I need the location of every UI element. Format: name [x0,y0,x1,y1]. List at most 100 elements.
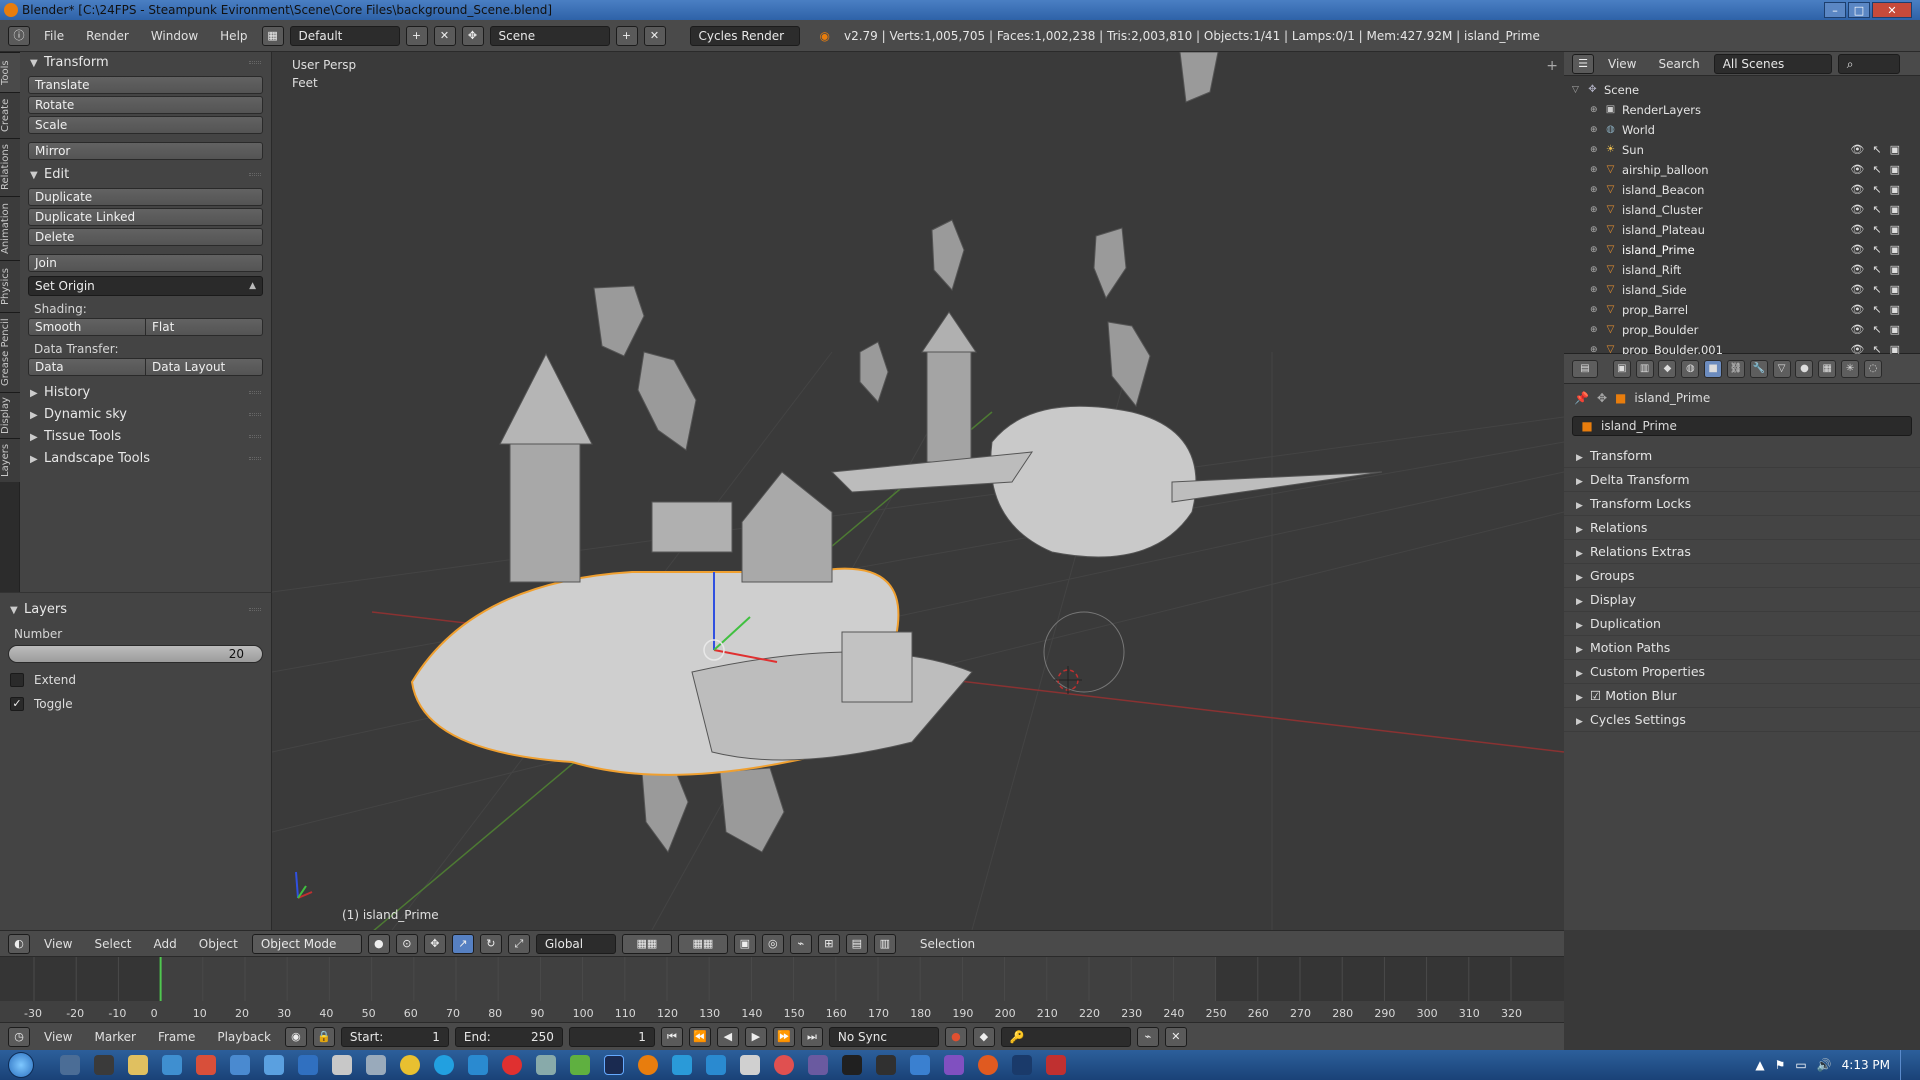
scene-selector[interactable]: Scene [489,25,610,46]
dynamic-sky-panel-header[interactable]: ▶ Dynamic sky [20,404,271,426]
expand-toggle-icon[interactable]: ⊕ [1590,160,1598,180]
timeline-editor[interactable]: -30 -20 -10 0 10 20 30 40 50 60 70 80 90 100 110 120 130… [0,956,1564,1022]
texture-tab-icon[interactable]: ▦ [1818,360,1837,378]
tray-network-icon[interactable]: ▭ [1795,1058,1806,1072]
expand-toggle-icon[interactable]: ⊕ [1590,300,1598,320]
opengl-render-icon[interactable]: ▤ [845,933,868,954]
tab-grease-pencil[interactable]: Grease Pencil [0,312,20,392]
visibility-toggles-icon[interactable]: 👁↖▣ [1850,220,1908,240]
taskbar-skype-icon[interactable] [434,1055,454,1075]
viewport-shading-icon[interactable]: ● [367,933,390,954]
scene-tab-icon[interactable]: ◆ [1658,360,1677,378]
outliner-item-name[interactable]: World [1622,120,1655,140]
flat-button[interactable]: Flat [146,318,263,336]
taskbar-explorer-icon[interactable] [128,1055,148,1075]
outliner-item[interactable]: ⊕ ▽ island_Beacon 👁↖▣ [1564,180,1920,200]
layer-number-field[interactable]: 20 [8,645,263,663]
tab-relations[interactable]: Relations [0,138,20,196]
scale-manipulator-icon[interactable]: ⤢ [507,933,530,954]
menu-help[interactable]: Help [212,29,255,43]
object-name-field[interactable]: ■ island_Prime [1572,416,1912,436]
visibility-toggles-icon[interactable]: 👁↖▣ [1850,180,1908,200]
property-panel-header[interactable]: ▶ Motion Paths [1564,636,1920,660]
material-tab-icon[interactable]: ● [1795,360,1814,378]
tab-create[interactable]: Create [0,92,20,138]
object-tab-icon[interactable]: ■ [1704,360,1723,378]
start-button[interactable] [8,1052,34,1078]
property-panel-header[interactable]: ▶ Transform [1564,444,1920,468]
outliner-item-name[interactable]: island_Plateau [1622,220,1705,240]
taskbar-app-icon[interactable] [94,1055,114,1075]
property-panel-header[interactable]: ▶ Transform Locks [1564,492,1920,516]
outliner-item-name[interactable]: Scene [1604,80,1639,100]
visibility-toggles-icon[interactable]: 👁↖▣ [1850,160,1908,180]
mirror-button[interactable]: Mirror [28,142,263,160]
world-tab-icon[interactable]: ◍ [1681,360,1700,378]
editor-type-timeline-icon[interactable]: ◷ [8,1026,30,1047]
taskbar-app-icon[interactable] [842,1055,862,1075]
taskbar-dropbox-icon[interactable] [298,1055,318,1075]
constraints-tab-icon[interactable]: ⛓ [1726,360,1745,378]
taskbar-app-icon[interactable] [978,1055,998,1075]
outliner-search-menu[interactable]: Search [1650,57,1707,71]
property-panel-header[interactable]: ▶ Groups [1564,564,1920,588]
panel-grip-icon[interactable] [249,608,261,611]
duplicate-linked-button[interactable]: Duplicate Linked [28,208,263,226]
snap-icon[interactable]: ⌁ [789,933,812,954]
outliner-search-field[interactable]: ⌕ [1837,53,1900,74]
outliner-item[interactable]: ⊕ ▽ prop_Barrel 👁↖▣ [1564,300,1920,320]
property-panel-header[interactable]: ▶ Custom Properties [1564,660,1920,684]
visibility-toggles-icon[interactable]: 👁↖▣ [1850,300,1908,320]
visibility-toggles-icon[interactable]: 👁↖▣ [1850,260,1908,280]
object-datablock-icon[interactable]: ■ [1573,419,1601,433]
visibility-toggles-icon[interactable]: 👁↖▣ [1850,320,1908,340]
property-panel-header[interactable]: ▶ Cycles Settings [1564,708,1920,732]
duplicate-button[interactable]: Duplicate [28,188,263,206]
taskbar-app-icon[interactable] [706,1055,726,1075]
taskbar-app-icon[interactable] [60,1055,80,1075]
expand-toggle-icon[interactable]: ⊕ [1590,320,1598,340]
data-layout-button[interactable]: Data Layout [146,358,263,376]
editor-type-properties-icon[interactable]: ▤ [1572,360,1598,378]
data-button[interactable]: Data [28,358,146,376]
taskbar-app-icon[interactable] [230,1055,250,1075]
tab-tools[interactable]: Tools [0,52,20,92]
property-panel-header[interactable]: ▶ Delta Transform [1564,468,1920,492]
record-icon[interactable]: ● [944,1026,967,1047]
taskbar-app-icon[interactable] [332,1055,352,1075]
property-panel-header[interactable]: ▶ ☑ Motion Blur [1564,684,1920,708]
panel-grip-icon[interactable] [249,173,261,176]
outliner-item[interactable]: ⊕ ▣ RenderLayers [1564,100,1920,120]
viewport-select-menu[interactable]: Select [86,937,139,951]
delete-keyframe-icon[interactable]: ✕ [1164,1026,1187,1047]
start-frame-field[interactable]: Start: 1 [340,1026,449,1047]
menu-render[interactable]: Render [78,29,137,43]
tray-volume-icon[interactable]: 🔊 [1817,1058,1832,1072]
timeline-view-menu[interactable]: View [36,1030,80,1044]
transform-orientation-selector[interactable]: Global [535,933,616,954]
outliner-item-name[interactable]: island_Beacon [1622,180,1704,200]
add-scene-icon[interactable]: + [615,25,638,46]
taskbar-app-icon[interactable] [570,1055,590,1075]
menu-file[interactable]: File [36,29,72,43]
keying-set-field[interactable]: 🔑 [1000,1026,1131,1047]
taskbar-app-icon[interactable] [1046,1055,1066,1075]
panel-grip-icon[interactable] [249,435,261,438]
visibility-toggles-icon[interactable]: 👁↖▣ [1850,140,1908,160]
expand-toggle-icon[interactable]: ⊕ [1590,200,1598,220]
outliner-item-name[interactable]: island_Prime [1622,240,1695,260]
outliner-view-menu[interactable]: View [1600,57,1644,71]
lock-range-icon[interactable]: 🔒 [312,1026,335,1047]
play-icon[interactable]: ▶ [744,1026,767,1047]
render-tab-icon[interactable]: ▣ [1612,360,1631,378]
toggle-checkbox[interactable]: ✓ Toggle [10,697,271,711]
current-frame-field[interactable]: 1 [568,1026,655,1047]
taskbar-app-icon[interactable] [808,1055,828,1075]
taskbar-app-icon[interactable] [264,1055,284,1075]
manipulator-toggle-icon[interactable]: ✥ [423,933,446,954]
expand-toggle-icon[interactable]: ⊕ [1590,180,1598,200]
jump-start-icon[interactable]: ⏮ [660,1026,683,1047]
area-split-icon[interactable]: + [1546,58,1558,74]
scale-button[interactable]: Scale [28,116,263,134]
taskbar-app-icon[interactable] [876,1055,896,1075]
